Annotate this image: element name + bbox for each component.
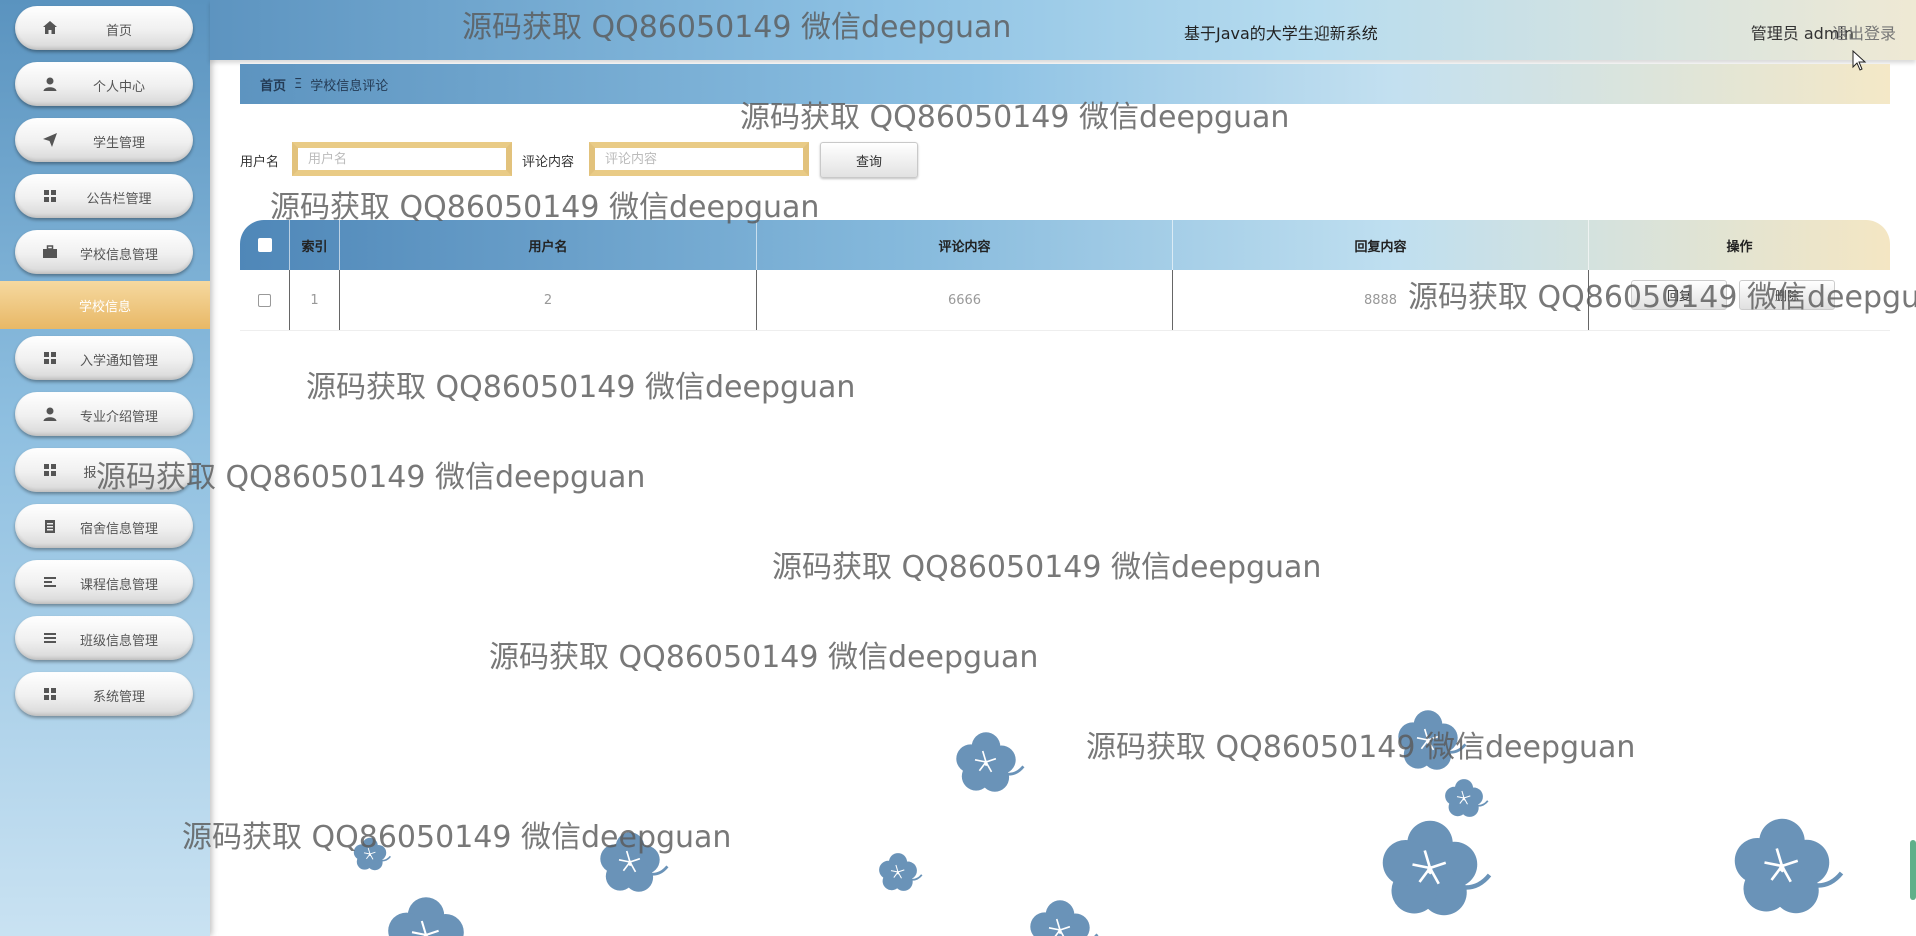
sidebar-subitem-school-info-active[interactable]: 学校信息 xyxy=(0,281,210,329)
comment-search-input[interactable] xyxy=(589,142,809,176)
system-title: 基于Java的大学生迎新系统 xyxy=(1184,24,1378,43)
sidebar-item-profile[interactable]: 个人中心 xyxy=(15,62,193,106)
logout-link[interactable]: 退出登录 xyxy=(1832,20,1896,44)
sidebar-item-label: 系统管理 xyxy=(92,690,145,705)
sidebar-item-label: 个人中心 xyxy=(92,80,145,95)
sidebar-item-students[interactable]: 学生管理 xyxy=(15,118,193,162)
flower-decoration-icon xyxy=(353,708,1916,936)
sidebar-item-notice[interactable]: 公告栏管理 xyxy=(15,174,193,218)
cell-comment: 6666 xyxy=(757,270,1173,330)
sidebar-item-label: 宿舍信息管理 xyxy=(79,522,158,537)
breadcrumb: 首页 Ξ 学校信息评论 xyxy=(240,64,1890,104)
delete-button[interactable]: 删除 xyxy=(1739,280,1835,310)
sidebar-item-label: 专业介绍管理 xyxy=(79,410,158,425)
sidebar-item-label: 公告栏管理 xyxy=(86,192,152,207)
sidebar-item-label: 报 xyxy=(83,466,97,481)
col-header-comment: 评论内容 xyxy=(757,220,1173,270)
col-header-index: 索引 xyxy=(290,220,340,270)
row-select-cell xyxy=(240,270,290,330)
sidebar-item-admission-notice[interactable]: 入学通知管理 xyxy=(15,336,193,380)
table-header: 索引 用户名 评论内容 回复内容 操作 xyxy=(240,220,1890,270)
cell-actions: 回复 删除 xyxy=(1589,270,1890,330)
sidebar-item-label: 学校信息管理 xyxy=(79,248,158,263)
sidebar-item-registration[interactable]: 报 xyxy=(15,448,193,492)
sidebar-item-major-intro[interactable]: 专业介绍管理 xyxy=(15,392,193,436)
sidebar-item-class[interactable]: 班级信息管理 xyxy=(15,616,193,660)
comment-label: 评论内容 xyxy=(522,155,575,170)
sidebar-item-course[interactable]: 课程信息管理 xyxy=(15,560,193,604)
sidebar-item-label: 课程信息管理 xyxy=(79,578,158,593)
sidebar-item-school-info[interactable]: 学校信息管理 xyxy=(15,230,193,274)
comments-table: 索引 用户名 评论内容 回复内容 操作 1 2 6666 8888 回复 删除 xyxy=(240,220,1890,331)
sidebar: 首页 个人中心 学生管理 公告栏管理 学校信息管理 学校信息 入学通知管理 专业… xyxy=(0,0,210,936)
col-header-username: 用户名 xyxy=(340,220,757,270)
watermark-text: 源码获取 QQ86050149 微信deepguan xyxy=(772,550,1322,585)
username-label: 用户名 xyxy=(240,155,280,170)
sidebar-item-dorm[interactable]: 宿舍信息管理 xyxy=(15,504,193,548)
breadcrumb-current: 学校信息评论 xyxy=(310,78,389,94)
col-header-actions: 操作 xyxy=(1726,239,1753,255)
sidebar-subitem-label: 学校信息 xyxy=(78,299,131,315)
sidebar-item-label: 班级信息管理 xyxy=(79,634,158,649)
cell-reply: 8888 xyxy=(1173,270,1589,330)
sidebar-item-label: 首页 xyxy=(105,24,132,39)
row-checkbox[interactable] xyxy=(258,293,271,307)
username-search-input[interactable] xyxy=(292,142,512,176)
sidebar-item-system[interactable]: 系统管理 xyxy=(15,672,193,716)
sidebar-item-home[interactable]: 首页 xyxy=(15,6,193,50)
watermark-text: 源码获取 QQ86050149 微信deepguan xyxy=(489,640,1039,675)
select-all-cell xyxy=(240,220,290,270)
sidebar-item-label: 学生管理 xyxy=(92,136,145,151)
breadcrumb-separator-icon: Ξ xyxy=(294,76,303,92)
breadcrumb-home[interactable]: 首页 xyxy=(260,75,286,94)
watermark-text: 源码获取 QQ86050149 微信deepguan xyxy=(306,370,856,405)
top-header: 基于Java的大学生迎新系统 管理员 admin 退出登录 xyxy=(210,0,1916,60)
select-all-checkbox[interactable] xyxy=(257,238,272,252)
cell-username: 2 xyxy=(340,270,757,330)
reply-button[interactable]: 回复 xyxy=(1631,280,1727,310)
col-header-reply: 回复内容 xyxy=(1173,220,1589,270)
sidebar-item-label: 入学通知管理 xyxy=(79,354,158,369)
mouse-cursor-icon xyxy=(1852,50,1867,71)
scrollbar[interactable] xyxy=(1910,840,1916,900)
query-button[interactable]: 查询 xyxy=(820,142,918,178)
table-row: 1 2 6666 8888 回复 删除 xyxy=(240,270,1890,331)
cell-index: 1 xyxy=(290,270,340,330)
